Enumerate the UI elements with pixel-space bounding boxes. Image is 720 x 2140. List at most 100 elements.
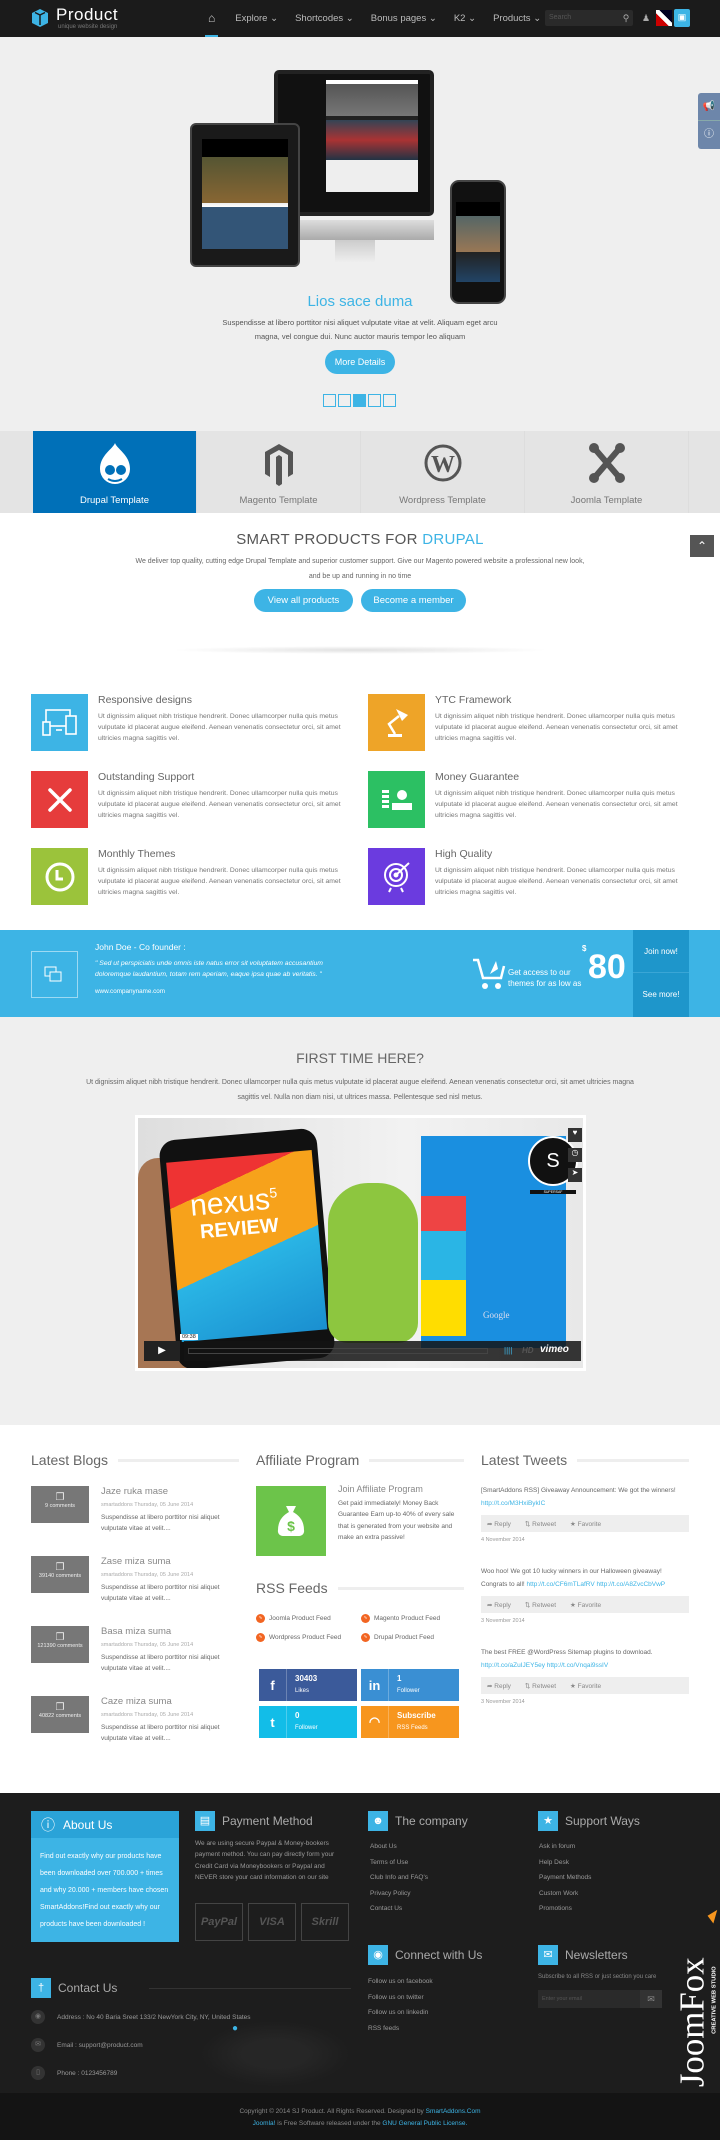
menu-shortcodes[interactable]: Shortcodes ⌄ <box>295 13 354 24</box>
social-counter[interactable]: f 30403 Likes <box>259 1669 357 1701</box>
rss-feed-link[interactable]: ∿ Drupal Product Feed <box>361 1633 434 1642</box>
favorite-button[interactable]: ★ Favorite <box>570 1520 601 1528</box>
facebook-icon: f <box>259 1669 287 1701</box>
vimeo-logo[interactable]: vimeo <box>540 1344 569 1355</box>
blog-title[interactable]: Jaze ruka mase <box>101 1486 168 1497</box>
designer-link[interactable]: SmartAddons.Com <box>426 2108 481 2115</box>
support-title: ★ Support Ways <box>538 1811 640 1831</box>
blog-thumbnail[interactable]: ❐ 121390 comments <box>31 1626 89 1663</box>
logo-title[interactable]: Product <box>56 5 118 25</box>
tweet-link[interactable]: http://t.co/CF6mTLafRV <box>527 1581 595 1588</box>
feature-title[interactable]: Money Guarantee <box>435 771 519 783</box>
social-counter[interactable]: ◠ Subscribe RSS Feeds <box>361 1706 459 1738</box>
menu-k2[interactable]: K2 ⌄ <box>454 13 476 24</box>
announcement-icon[interactable]: 📢 <box>698 93 720 121</box>
footer-link[interactable]: Promotions <box>539 1901 591 1917</box>
slide-dot-active[interactable] <box>353 394 366 407</box>
footer-link[interactable]: Custom Work <box>539 1886 591 1902</box>
play-button[interactable]: ▶ <box>144 1341 180 1361</box>
tab-wordpress[interactable]: W Wordpress Template <box>361 431 525 513</box>
menu-bonus-pages[interactable]: Bonus pages ⌄ <box>371 13 437 24</box>
feature-title[interactable]: Monthly Themes <box>98 848 175 860</box>
rss-feed-link[interactable]: ∿ Magento Product Feed <box>361 1614 440 1623</box>
retweet-button[interactable]: ⇅ Retweet <box>525 1601 556 1609</box>
retweet-button[interactable]: ⇅ Retweet <box>525 1682 556 1690</box>
reply-button[interactable]: ➦ Reply <box>487 1601 511 1609</box>
menu-explore[interactable]: Explore ⌄ <box>235 13 278 24</box>
retweet-button[interactable]: ⇅ Retweet <box>525 1520 556 1528</box>
tweet-link[interactable]: http://t.co/Vnqai9ssIV <box>547 1662 608 1669</box>
blog-title[interactable]: Basa miza suma <box>101 1626 171 1637</box>
slide-dot[interactable] <box>383 394 396 407</box>
tab-joomla[interactable]: Joomla Template <box>525 431 689 513</box>
footer-link[interactable]: Follow us on facebook <box>368 1974 433 1990</box>
favorite-button[interactable]: ★ Favorite <box>570 1682 601 1690</box>
social-counter[interactable]: in 1 Follower <box>361 1669 459 1701</box>
top-navbar: Product unique website design ⌂ Explore … <box>0 0 720 37</box>
cart-icon[interactable]: ▣ <box>674 9 690 27</box>
tweet-link[interactable]: http://t.co/M3HxiBykIC <box>481 1500 545 1507</box>
like-icon[interactable]: ♥ <box>568 1128 582 1142</box>
uk-flag-icon[interactable] <box>656 10 672 26</box>
home-icon[interactable]: ⌂ <box>205 0 219 37</box>
rss-feed-link[interactable]: ∿ Wordpress Product Feed <box>256 1633 341 1642</box>
affiliate-heading[interactable]: Join Affiliate Program <box>338 1484 423 1494</box>
blog-title[interactable]: Zase miza suma <box>101 1556 171 1567</box>
joomla-link[interactable]: Joomla! <box>253 2120 276 2127</box>
become-member-button[interactable]: Become a member <box>361 589 466 612</box>
footer-link[interactable]: Payment Methods <box>539 1870 591 1886</box>
blog-thumbnail[interactable]: ❐ 39140 comments <box>31 1556 89 1593</box>
video-player[interactable]: nexus5 REVIEW Google S SUPERSAF ♥ ◷ ➤ ▶ … <box>135 1115 586 1371</box>
tab-drupal[interactable]: Drupal Template <box>33 431 197 513</box>
footer-link[interactable]: Terms of Use <box>370 1855 428 1871</box>
blog-thumbnail[interactable]: ❐ 40822 comments <box>31 1696 89 1733</box>
info-icon[interactable]: ⓘ <box>698 121 720 149</box>
slide-dot[interactable] <box>368 394 381 407</box>
back-to-top-button[interactable]: ⌃ <box>690 535 714 557</box>
rss-feed-link[interactable]: ∿ Joomla Product Feed <box>256 1614 331 1623</box>
blog-excerpt: Suspendisse at libero porttitor nisi ali… <box>101 1514 220 1532</box>
feature-title[interactable]: Outstanding Support <box>98 771 194 783</box>
feature-title[interactable]: Responsive designs <box>98 694 192 706</box>
slide-dot[interactable] <box>323 394 336 407</box>
footer-link[interactable]: About Us <box>370 1839 428 1855</box>
social-counter[interactable]: t 0 Follower <box>259 1706 357 1738</box>
footer-link[interactable]: Privacy Policy <box>370 1886 428 1902</box>
share-icon[interactable]: ➤ <box>568 1168 582 1182</box>
reply-button[interactable]: ➦ Reply <box>487 1520 511 1528</box>
footer-link[interactable]: RSS feeds <box>368 2021 433 2037</box>
menu-products[interactable]: Products ⌄ <box>493 13 541 24</box>
view-all-products-button[interactable]: View all products <box>254 589 353 612</box>
newsletter-email-input[interactable]: Enter your email <box>538 1990 640 2008</box>
slide-dot[interactable] <box>338 394 351 407</box>
join-now-button[interactable]: Join now! <box>633 930 689 973</box>
see-more-button[interactable]: See more! <box>633 973 689 1016</box>
newsletter-submit-button[interactable]: ✉ <box>640 1990 662 2008</box>
more-details-button[interactable]: More Details <box>325 350 395 374</box>
feature-item: Money Guarantee Ut dignissim aliquet nibh… <box>368 771 688 833</box>
search-icon[interactable]: ⚲ <box>618 10 634 26</box>
reply-button[interactable]: ➦ Reply <box>487 1682 511 1690</box>
hd-button[interactable]: HD <box>522 1346 534 1355</box>
about-us-box: ⓘ About Us Find out exactly why our produ… <box>31 1811 179 1942</box>
footer-link[interactable]: Contact Us <box>370 1901 428 1917</box>
tweet-link[interactable]: http://t.co/A8ZvcCbVwP <box>597 1581 666 1588</box>
footer-link[interactable]: Help Desk <box>539 1855 591 1871</box>
license-link[interactable]: GNU General Public License. <box>382 2120 467 2127</box>
user-icon[interactable]: ♟ <box>638 10 654 26</box>
feature-title[interactable]: YTC Framework <box>435 694 511 706</box>
footer-link[interactable]: Ask in forum <box>539 1839 591 1855</box>
tweet-link[interactable]: http://t.co/aZuIJEY5ey <box>481 1662 545 1669</box>
favorite-button[interactable]: ★ Favorite <box>570 1601 601 1609</box>
footer-link[interactable]: Follow us on linkedin <box>368 2005 433 2021</box>
tweet-text: [SmartAddons RSS] Giveaway Announcement:… <box>481 1487 676 1507</box>
footer-link[interactable]: Club Info and FAQ's <box>370 1870 428 1886</box>
video-progress-bar[interactable]: |||| HD vimeo <box>184 1341 581 1361</box>
blog-title[interactable]: Caze miza suma <box>101 1696 172 1707</box>
watch-later-icon[interactable]: ◷ <box>568 1148 582 1162</box>
footer-link[interactable]: Follow us on twitter <box>368 1990 433 2006</box>
tab-magento[interactable]: Magento Template <box>197 431 361 513</box>
blog-thumbnail[interactable]: ❐ 9 comments <box>31 1486 89 1523</box>
feature-title[interactable]: High Quality <box>435 848 492 860</box>
testimonial-url[interactable]: www.companyname.com <box>95 988 165 995</box>
